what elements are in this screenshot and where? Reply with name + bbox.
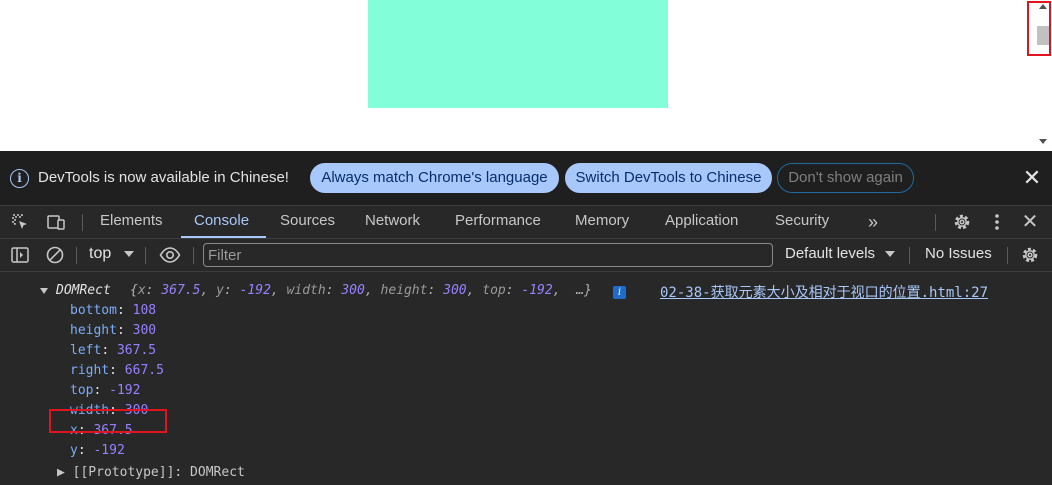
- close-devtools-icon[interactable]: ✕: [1020, 212, 1040, 232]
- property-row-left[interactable]: left: 367.5: [70, 343, 156, 358]
- dont-show-again-button[interactable]: Don't show again: [777, 163, 914, 193]
- tab-console[interactable]: Console: [181, 206, 266, 238]
- property-key: bottom: [70, 303, 117, 318]
- property-value: -192: [109, 383, 141, 398]
- tab-elements[interactable]: Elements: [100, 206, 163, 238]
- settings-gear-icon[interactable]: [952, 212, 972, 232]
- property-row-y[interactable]: y: -192: [70, 443, 125, 458]
- info-icon: i: [10, 169, 29, 188]
- source-file-link[interactable]: 02-38-获取元素大小及相对于视口的位置.html:27: [660, 282, 988, 302]
- property-value: 367.5: [116, 343, 157, 358]
- prototype-label: [[Prototype]]: DOMRect: [72, 465, 245, 480]
- property-key: left: [70, 343, 102, 358]
- toolbar-divider-5: [1007, 247, 1008, 264]
- console-output: DOMRect {x: 367.5, y: -192, width: 300, …: [0, 273, 1052, 485]
- object-preview[interactable]: {x: 367.5, y: -192, width: 300, height: …: [130, 283, 592, 298]
- preview-top: -192: [521, 283, 553, 298]
- tabbar-divider: [82, 214, 83, 231]
- property-row-height[interactable]: height: 300: [70, 323, 156, 338]
- preview-ellipsis: …}: [576, 283, 592, 298]
- property-key: height: [70, 323, 117, 338]
- clear-console-icon[interactable]: [45, 245, 65, 265]
- device-toolbar-icon[interactable]: [46, 212, 66, 232]
- scroll-down-arrow-icon[interactable]: [1039, 139, 1047, 144]
- property-key: right: [70, 363, 110, 378]
- toolbar-divider: [76, 247, 77, 264]
- property-value: 667.5: [124, 363, 164, 378]
- scrollbar-highlight-box: [1027, 1, 1051, 56]
- devtools-panel: i DevTools is now available in Chinese! …: [0, 151, 1052, 485]
- property-key: y: [70, 443, 78, 458]
- property-separator: :: [93, 383, 110, 398]
- property-separator: :: [109, 363, 125, 378]
- tab-network[interactable]: Network: [365, 206, 420, 238]
- console-settings-gear-icon[interactable]: [1020, 245, 1040, 265]
- tab-sources[interactable]: Sources: [280, 206, 335, 238]
- tab-performance[interactable]: Performance: [455, 206, 541, 238]
- always-match-language-button[interactable]: Always match Chrome's language: [310, 163, 559, 193]
- tab-memory[interactable]: Memory: [575, 206, 629, 238]
- object-info-icon[interactable]: i: [613, 286, 626, 299]
- preview-x: 367.5: [161, 283, 201, 298]
- property-value: 108: [132, 303, 157, 318]
- infobar-message: DevTools is now available in Chinese!: [38, 169, 289, 186]
- log-levels-dropdown[interactable]: Default levels: [785, 245, 875, 262]
- preview-width: 300: [341, 283, 365, 298]
- property-value: -192: [93, 443, 125, 458]
- tabbar-divider-right: [935, 214, 936, 231]
- tab-security[interactable]: Security: [775, 206, 829, 238]
- context-selector[interactable]: top: [89, 245, 111, 263]
- preview-height: 300: [443, 283, 467, 298]
- issues-counter[interactable]: No Issues: [925, 245, 992, 262]
- toolbar-divider-4: [909, 247, 910, 264]
- page-viewport: [0, 0, 1052, 151]
- green-box: [368, 0, 668, 108]
- levels-dropdown-caret-icon[interactable]: [885, 251, 895, 257]
- property-row-bottom[interactable]: bottom: 108: [70, 303, 156, 318]
- object-type-label[interactable]: DOMRect: [56, 283, 111, 298]
- language-infobar: i DevTools is now available in Chinese! …: [0, 151, 1052, 206]
- property-row-right[interactable]: right: 667.5: [70, 363, 164, 378]
- more-tabs-chevron-icon[interactable]: »: [863, 212, 883, 232]
- property-separator: :: [101, 343, 117, 358]
- prototype-row[interactable]: ▶ [[Prototype]]: DOMRect: [57, 465, 245, 480]
- property-value: 300: [132, 323, 157, 338]
- devtools-tabbar: Elements Console Sources Network Perform…: [0, 206, 1052, 239]
- close-icon[interactable]: ✕: [1022, 167, 1042, 189]
- toolbar-divider-2: [145, 247, 146, 264]
- property-separator: :: [116, 303, 133, 318]
- console-toolbar: top Default levels No Issues: [0, 239, 1052, 272]
- property-key: top: [70, 383, 94, 398]
- filter-input[interactable]: [203, 243, 773, 267]
- preview-y: -192: [239, 283, 271, 298]
- context-dropdown-caret-icon[interactable]: [124, 251, 134, 257]
- property-row-top[interactable]: top: -192: [70, 383, 140, 398]
- toolbar-divider-3: [193, 247, 194, 264]
- top-property-highlight-box: [49, 409, 167, 433]
- inspect-element-icon[interactable]: [10, 212, 30, 232]
- property-separator: :: [77, 443, 94, 458]
- tab-application[interactable]: Application: [665, 206, 738, 238]
- sidebar-toggle-icon[interactable]: [10, 245, 30, 265]
- property-separator: :: [116, 323, 133, 338]
- more-options-kebab-icon[interactable]: [987, 212, 1007, 232]
- live-expression-eye-icon[interactable]: [159, 245, 181, 265]
- collapse-triangle-icon[interactable]: [40, 288, 48, 294]
- switch-to-chinese-button[interactable]: Switch DevTools to Chinese: [565, 163, 772, 193]
